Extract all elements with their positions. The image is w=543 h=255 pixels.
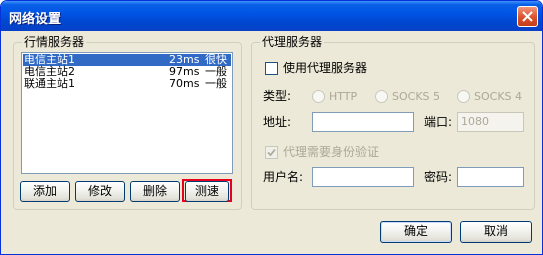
proxy-auth-checkbox[interactable]	[265, 146, 278, 159]
quote-servers-legend: 行情服务器	[22, 35, 87, 49]
test-speed-button[interactable]: 测速	[185, 181, 229, 202]
network-settings-dialog: 网络设置 行情服务器 电信主站1 23ms 很快 电信主站2 97ms 一般 联…	[0, 0, 543, 255]
proxy-username-label: 用户名:	[263, 170, 304, 184]
proxy-type-http-radio[interactable]	[312, 90, 325, 103]
use-proxy-checkbox[interactable]	[265, 62, 278, 75]
proxy-auth-label[interactable]: 代理需要身份验证	[283, 145, 379, 159]
ok-button[interactable]: 确定	[380, 221, 452, 243]
proxy-type-label: 类型:	[263, 89, 292, 103]
server-name: 联通主站1	[24, 77, 75, 90]
proxy-type-http-label[interactable]: HTTP	[329, 90, 357, 104]
proxy-type-socks5-radio[interactable]	[375, 90, 388, 103]
close-icon	[522, 11, 533, 22]
proxy-address-label: 地址:	[263, 115, 292, 129]
proxy-type-socks4-radio[interactable]	[457, 90, 470, 103]
cancel-button[interactable]: 取消	[460, 221, 532, 243]
delete-server-button[interactable]: 删除	[130, 181, 180, 202]
window-title: 网络设置	[9, 12, 62, 27]
proxy-username-input[interactable]	[312, 167, 414, 187]
server-quality: 一般	[205, 77, 227, 90]
use-proxy-label[interactable]: 使用代理服务器	[283, 61, 367, 75]
proxy-type-socks5-label[interactable]: SOCKS 5	[392, 90, 440, 104]
proxy-legend: 代理服务器	[260, 35, 325, 49]
add-server-button[interactable]: 添加	[20, 181, 70, 202]
proxy-address-input[interactable]	[312, 112, 414, 132]
proxy-password-label: 密码:	[424, 170, 453, 184]
proxy-password-input[interactable]	[457, 167, 524, 187]
checkmark-icon	[267, 148, 276, 157]
proxy-port-label: 端口:	[424, 115, 453, 129]
edit-server-button[interactable]: 修改	[75, 181, 125, 202]
proxy-port-input[interactable]: 1080	[457, 112, 524, 132]
proxy-type-socks4-label[interactable]: SOCKS 4	[474, 90, 522, 104]
close-button[interactable]	[517, 6, 538, 27]
server-list[interactable]: 电信主站1 23ms 很快 电信主站2 97ms 一般 联通主站1 70ms 一…	[21, 52, 233, 174]
title-bar[interactable]: 网络设置	[1, 1, 542, 31]
server-latency: 70ms	[169, 77, 200, 90]
server-row[interactable]: 联通主站1 70ms 一般	[23, 78, 231, 90]
